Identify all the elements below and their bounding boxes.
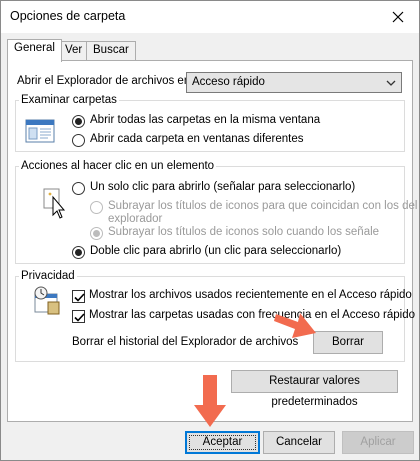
annotation-arrow-icon [193, 375, 227, 432]
show-recent-files-label: Mostrar los archivos usados recientement… [89, 289, 412, 301]
ok-button-label: Aceptar [202, 436, 243, 448]
show-frequent-folders-label: Mostrar las carpetas usadas con frecuenc… [89, 309, 416, 321]
privacy-legend: Privacidad [21, 270, 75, 282]
click-actions-legend: Acciones al hacer clic en un elemento [21, 160, 215, 172]
folder-window-icon [25, 119, 55, 146]
open-explorer-label: Abrir el Explorador de archivos en: [17, 75, 194, 87]
open-explorer-dropdown[interactable]: Acceso rápido [186, 72, 402, 93]
tab-view[interactable]: Ver [58, 41, 90, 61]
same-window-label: Abrir todas las carpetas en la misma ven… [90, 114, 321, 126]
pointer-click-icon [41, 188, 67, 223]
tab-search-label: Buscar [93, 44, 129, 56]
underline-browser-radio[interactable] [90, 201, 103, 214]
annotation-arrow-icon [274, 306, 318, 343]
clear-history-button[interactable]: Borrar [313, 331, 383, 354]
show-frequent-folders-checkbox[interactable] [72, 310, 85, 323]
single-click-radio[interactable] [72, 182, 85, 195]
tab-view-label: Ver [65, 44, 83, 56]
restore-defaults-button[interactable]: Restaurar valores predeterminados [231, 370, 398, 408]
restore-defaults-button-label: Restaurar valores predeterminados [269, 375, 360, 408]
single-click-label: Un solo clic para abrirlo (señalar para … [90, 181, 356, 193]
double-click-label: Doble clic para abrirlo (un clic para se… [90, 245, 342, 257]
tab-general[interactable]: General [7, 39, 62, 62]
double-click-radio[interactable] [72, 246, 85, 259]
ok-button[interactable]: Aceptar [185, 431, 260, 454]
general-tab-panel: Abrir el Explorador de archivos en: Acce… [7, 60, 417, 422]
dropdown-arrow-icon [386, 78, 396, 86]
privacy-icon [32, 286, 62, 319]
clear-history-button-label: Borrar [332, 336, 364, 348]
underline-browser-label: Subrayar los títulos de iconos para que … [108, 200, 418, 212]
cancel-button-label: Cancelar [275, 436, 323, 448]
cancel-button[interactable]: Cancelar [263, 431, 335, 454]
title-bar: Opciones de carpeta [1, 1, 419, 33]
tab-search[interactable]: Buscar [86, 41, 136, 61]
tab-general-label: General [14, 42, 55, 54]
browse-folders-legend: Examinar carpetas [21, 94, 117, 106]
same-window-radio[interactable] [72, 115, 85, 128]
apply-button[interactable]: Aplicar [342, 431, 414, 454]
clear-history-label: Borrar el historial del Explorador de ar… [72, 336, 299, 348]
open-explorer-value: Acceso rápido [192, 76, 265, 88]
folder-options-dialog: Opciones de carpeta General Ver Buscar A… [0, 0, 420, 461]
different-windows-label: Abrir cada carpeta en ventanas diferente… [90, 133, 304, 145]
close-icon[interactable] [387, 6, 409, 28]
different-windows-radio[interactable] [72, 134, 85, 147]
show-recent-files-checkbox[interactable] [72, 290, 85, 303]
underline-browser-label-cont: explorador [108, 213, 163, 225]
underline-point-radio[interactable] [90, 227, 103, 240]
window-title: Opciones de carpeta [10, 9, 126, 23]
underline-point-label: Subrayar los títulos de iconos solo cuan… [108, 226, 380, 238]
apply-button-label: Aplicar [360, 436, 396, 448]
